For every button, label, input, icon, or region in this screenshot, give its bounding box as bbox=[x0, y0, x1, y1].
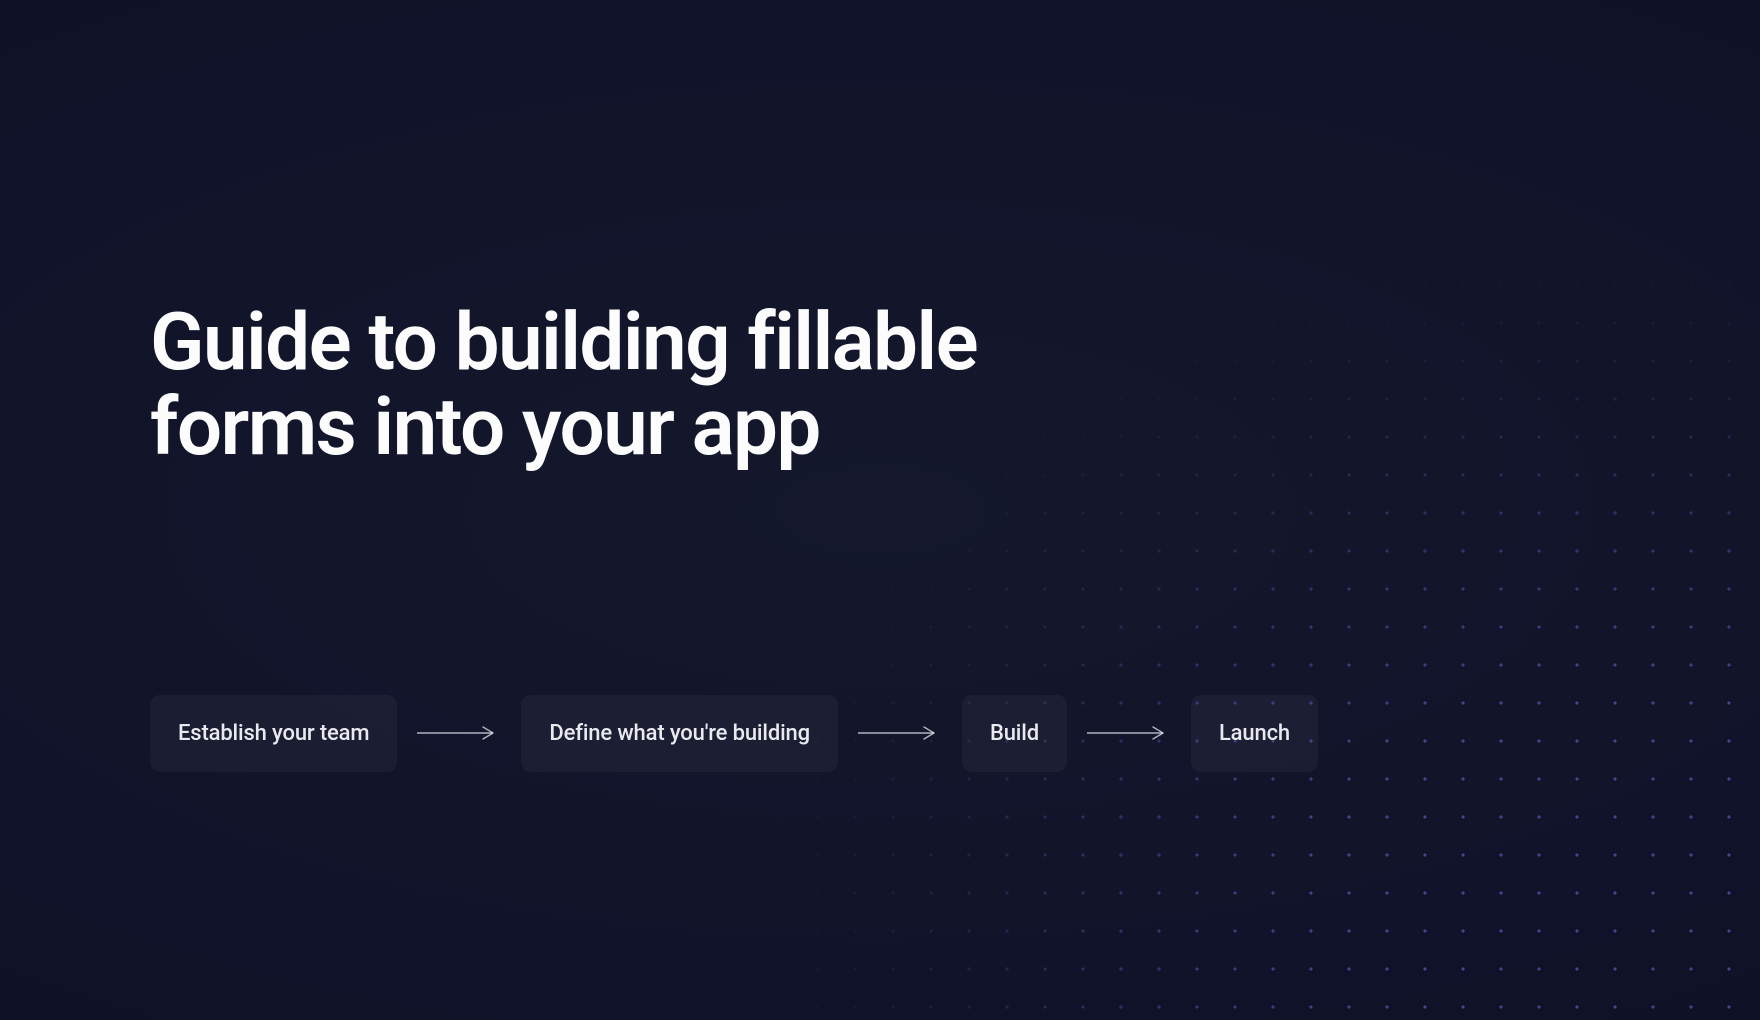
slide-content: Guide to building fillable forms into yo… bbox=[0, 0, 1760, 772]
flow-step-launch: Launch bbox=[1191, 695, 1318, 772]
page-title: Guide to building fillable forms into yo… bbox=[150, 300, 1150, 470]
process-flow: Establish your team Define what you're b… bbox=[150, 695, 1610, 772]
arrow-right-icon bbox=[856, 723, 944, 743]
flow-step-build: Build bbox=[962, 695, 1067, 772]
flow-step-define: Define what you're building bbox=[521, 695, 838, 772]
arrow-right-icon bbox=[415, 723, 503, 743]
arrow-right-icon bbox=[1085, 723, 1173, 743]
slide-canvas: Guide to building fillable forms into yo… bbox=[0, 0, 1760, 1020]
flow-step-establish-team: Establish your team bbox=[150, 695, 397, 772]
